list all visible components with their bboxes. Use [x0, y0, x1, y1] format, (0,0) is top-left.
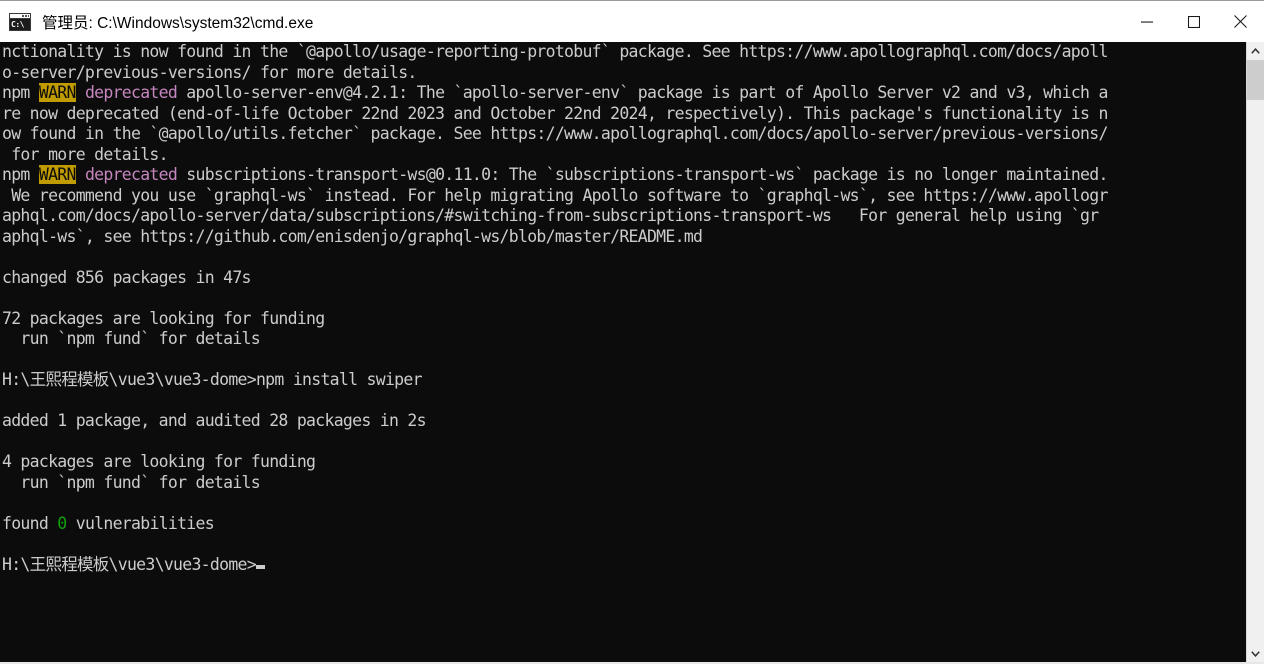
console-output[interactable]: nctionality is now found in the `@apollo…	[0, 42, 1246, 662]
title-bar-left: C:\ 管理员: C:\Windows\system32\cmd.exe	[0, 1, 313, 42]
terminal-line: 72 packages are looking for funding	[0, 309, 1246, 330]
terminal-text: run `npm fund` for details	[2, 472, 260, 492]
title-bar[interactable]: C:\ 管理员: C:\Windows\system32\cmd.exe	[0, 1, 1264, 42]
deprecated-label: deprecated	[84, 83, 178, 103]
terminal-text: vulnerabilities	[66, 513, 215, 533]
minimize-button[interactable]	[1123, 1, 1170, 42]
terminal-line: re now deprecated (end-of-life October 2…	[0, 104, 1246, 125]
npm-warn-badge: WARN	[38, 83, 76, 103]
terminal-text: found	[2, 513, 58, 533]
terminal-line: for more details.	[0, 145, 1246, 166]
scrollbar-down-arrow[interactable]	[1247, 645, 1264, 662]
terminal-line: npm WARN deprecated subscriptions-transp…	[0, 165, 1246, 186]
terminal-line: changed 856 packages in 47s	[0, 268, 1246, 289]
terminal-text: apollo-server-env@4.2.1: The `apollo-ser…	[177, 83, 1108, 103]
maximize-icon	[1187, 15, 1200, 28]
terminal-text: npm	[2, 83, 39, 103]
terminal-line: 4 packages are looking for funding	[0, 452, 1246, 473]
close-button[interactable]	[1217, 1, 1264, 42]
terminal-text: 72 packages are looking for funding	[2, 308, 325, 328]
scrollbar-up-arrow[interactable]	[1247, 42, 1264, 59]
terminal-line: o-server/previous-versions/ for more det…	[0, 63, 1246, 84]
npm-warn-badge: WARN	[38, 165, 76, 185]
minimize-icon	[1140, 21, 1153, 23]
console-area: nctionality is now found in the `@apollo…	[0, 42, 1264, 664]
vulnerability-count: 0	[57, 513, 67, 533]
console-scrollbar[interactable]	[1246, 42, 1264, 662]
terminal-line: added 1 package, and audited 28 packages…	[0, 411, 1246, 432]
chevron-down-icon	[1251, 650, 1260, 657]
terminal-text: nctionality is now found in the `@apollo…	[2, 42, 1108, 61]
terminal-line: run `npm fund` for details	[0, 473, 1246, 494]
terminal-text: We recommend you use `graphql-ws` instea…	[2, 185, 1108, 205]
terminal-line: We recommend you use `graphql-ws` instea…	[0, 186, 1246, 207]
terminal-text: changed 856 packages in 47s	[2, 267, 252, 287]
terminal-line: found 0 vulnerabilities	[0, 514, 1246, 535]
terminal-text: run `npm fund` for details	[2, 329, 260, 349]
cmd-icon-prompt-label: C:\	[10, 18, 30, 30]
maximize-button[interactable]	[1170, 1, 1217, 42]
terminal-text: H:\王熙程模板\vue3\vue3-dome>	[2, 554, 257, 574]
terminal-text: npm	[2, 165, 39, 185]
terminal-line: ow found in the `@apollo/utils.fetcher` …	[0, 124, 1246, 145]
terminal-text: 4 packages are looking for funding	[2, 452, 316, 472]
cmd-app-icon: C:\	[9, 12, 31, 31]
terminal-text: for more details.	[2, 144, 168, 164]
terminal-text: aphql.com/docs/apollo-server/data/subscr…	[2, 206, 1099, 226]
close-icon	[1234, 15, 1247, 28]
terminal-line: run `npm fund` for details	[0, 329, 1246, 350]
terminal-text: subscriptions-transport-ws@0.11.0: The `…	[177, 165, 1108, 185]
terminal-text: added 1 package, and audited 28 packages…	[2, 411, 427, 431]
terminal-line: H:\王熙程模板\vue3\vue3-dome>npm install swip…	[0, 370, 1246, 391]
terminal-line: aphql-ws`, see https://github.com/enisde…	[0, 227, 1246, 248]
chevron-up-icon	[1251, 47, 1260, 54]
terminal-text: o-server/previous-versions/ for more det…	[2, 62, 417, 82]
scrollbar-thumb[interactable]	[1247, 60, 1264, 100]
window-controls	[1123, 1, 1264, 42]
terminal-cursor	[255, 564, 265, 569]
window-title: 管理员: C:\Windows\system32\cmd.exe	[42, 14, 314, 32]
scrollbar-track[interactable]	[1247, 59, 1264, 645]
terminal-text: H:\王熙程模板\vue3\vue3-dome>npm install swip…	[2, 370, 423, 390]
cmd-window: C:\ 管理员: C:\Windows\system32\cmd.exe nct…	[0, 0, 1264, 666]
terminal-line: nctionality is now found in the `@apollo…	[0, 42, 1246, 63]
terminal-text: ow found in the `@apollo/utils.fetcher` …	[2, 124, 1108, 144]
terminal-line: npm WARN deprecated apollo-server-env@4.…	[0, 83, 1246, 104]
terminal-text: aphql-ws`, see https://github.com/enisde…	[2, 226, 703, 246]
terminal-line: aphql.com/docs/apollo-server/data/subscr…	[0, 206, 1246, 227]
cmd-icon-dots	[22, 14, 29, 17]
deprecated-label: deprecated	[84, 165, 178, 185]
terminal-line: H:\王熙程模板\vue3\vue3-dome>	[0, 555, 1246, 576]
terminal-text: re now deprecated (end-of-life October 2…	[2, 103, 1108, 123]
